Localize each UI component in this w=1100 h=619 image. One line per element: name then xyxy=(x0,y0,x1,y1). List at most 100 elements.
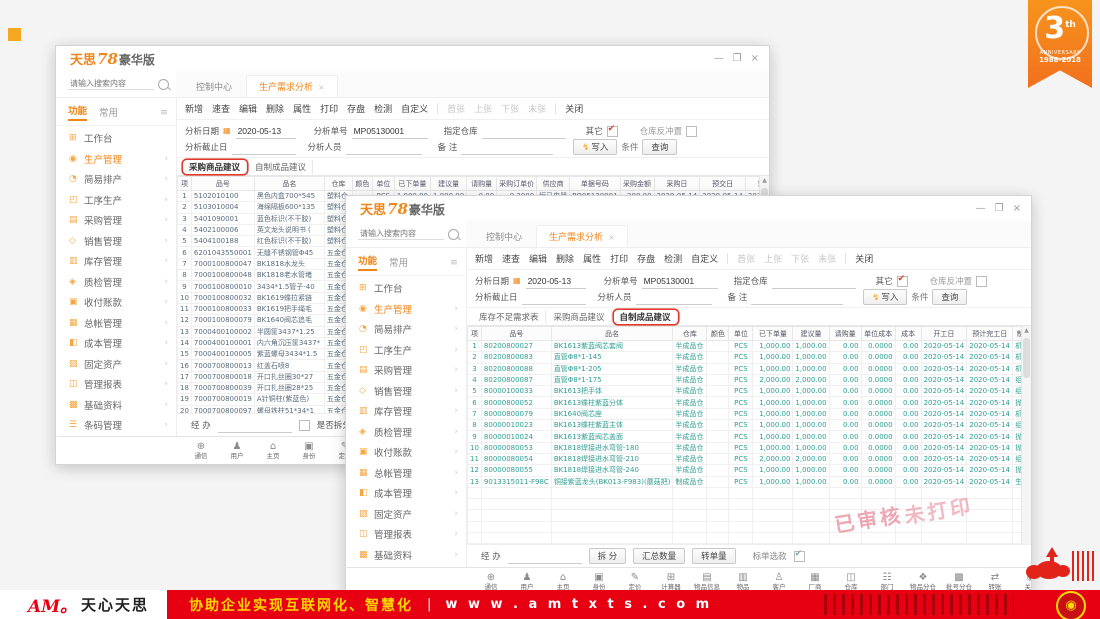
column-header[interactable]: 单位成本 xyxy=(861,327,895,341)
memo-input[interactable] xyxy=(461,140,553,155)
toolbar-button[interactable]: 打印 xyxy=(320,102,338,115)
sidebar-item[interactable]: ▦总帐管理› xyxy=(56,313,176,334)
toolbar-button[interactable]: 删除 xyxy=(266,102,284,115)
table-row[interactable]: 1080000080053BK1818焊接进水弯管-180半成品仓PCS1,00… xyxy=(468,442,1032,453)
wh-flag-checkbox[interactable] xyxy=(976,276,987,287)
dock-item-主页[interactable]: ⌂主页 xyxy=(545,572,581,591)
sidebar-item[interactable]: ▣收付账款› xyxy=(346,442,466,463)
search-icon[interactable] xyxy=(158,79,169,90)
person-input[interactable] xyxy=(346,140,422,155)
tab-production-demand[interactable]: 生产需求分析× xyxy=(246,75,338,97)
dock-item-通信[interactable]: ⊕通信 xyxy=(183,441,219,460)
table-row[interactable]: 380200800088直管Φ8*1-205半成品仓PCS1,000.001,0… xyxy=(468,363,1032,374)
other-checkbox[interactable] xyxy=(897,276,908,287)
tab-close-icon[interactable]: × xyxy=(318,83,325,92)
dock-item-定价[interactable]: ✎定价 xyxy=(617,572,653,591)
column-header[interactable]: 仓库 xyxy=(673,327,707,341)
analysis-end-input[interactable] xyxy=(522,290,586,305)
analysis-no-input[interactable] xyxy=(642,274,718,289)
dock-item-用户[interactable]: ♟用户 xyxy=(509,572,545,591)
dock-item-计算器[interactable]: ⊞计算器 xyxy=(653,572,689,591)
sidebar-tab-common[interactable]: 常用 xyxy=(389,255,408,269)
sidebar-item[interactable]: ▩基础资料› xyxy=(56,395,176,416)
sidebar-item[interactable]: ▤采购管理› xyxy=(346,360,466,381)
toolbar-button[interactable]: 检测 xyxy=(374,102,392,115)
condition-button[interactable]: 条件 xyxy=(911,291,928,303)
table-row[interactable]: 139013315011-F98C铜接紫蓝龙头(BK013-F983)(蘑菇把)… xyxy=(468,476,1032,487)
sidebar-item[interactable]: ▥库存管理› xyxy=(346,401,466,422)
warehouse-input[interactable] xyxy=(772,274,856,289)
transfer-button[interactable]: 转单量 xyxy=(692,548,736,564)
tab-close-icon[interactable]: × xyxy=(608,233,615,242)
toolbar-button[interactable]: 删除 xyxy=(556,252,574,265)
column-header[interactable]: 供应商 xyxy=(537,177,570,191)
sidebar-item[interactable]: ◰工序生产› xyxy=(346,340,466,361)
sidebar-item[interactable]: ◈质检管理› xyxy=(56,272,176,293)
sidebar-item[interactable]: ▩基础资料› xyxy=(346,545,466,566)
toolbar-button[interactable]: 速查 xyxy=(212,102,230,115)
agent-input[interactable] xyxy=(218,418,292,433)
minimize-icon[interactable]: — xyxy=(976,203,986,214)
column-header[interactable]: 颜色 xyxy=(707,327,729,341)
column-header[interactable]: 单位 xyxy=(729,327,753,341)
close-icon[interactable]: × xyxy=(751,53,759,64)
suggestion-tab[interactable]: 采购商品建议 xyxy=(183,160,247,174)
column-header[interactable]: 采购金额 xyxy=(620,177,654,191)
tab-control-center[interactable]: 控制中心 xyxy=(474,226,534,247)
toolbar-button[interactable]: 检测 xyxy=(664,252,682,265)
column-header[interactable]: 采购订单价 xyxy=(497,177,537,191)
sidebar-item[interactable]: ◇销售管理› xyxy=(56,231,176,252)
query-button[interactable]: 查询 xyxy=(642,139,677,155)
column-header[interactable]: 采购日 xyxy=(654,177,700,191)
sidebar-item[interactable]: ◉生产管理› xyxy=(56,149,176,170)
table-row[interactable]: 1180000080054BK1818焊接进水弯管-210半成品仓PCS2,00… xyxy=(468,453,1032,464)
banner-url[interactable]: w w w . a m t x t s . c o m xyxy=(445,597,712,612)
column-header[interactable]: 项 xyxy=(178,177,192,191)
sidebar-item[interactable]: ▨固定资产› xyxy=(56,354,176,375)
analysis-date-input[interactable] xyxy=(526,274,586,289)
table-row[interactable]: 180200800027BK1613紫蓝阀芯套阀半成品仓PCS1,000.001… xyxy=(468,341,1032,352)
vertical-scrollbar[interactable]: ▲ xyxy=(1021,326,1031,544)
dock-item-批号分仓[interactable]: ▩批号分仓 xyxy=(941,572,977,591)
toolbar-button[interactable]: 新增 xyxy=(185,102,203,115)
sidebar-item[interactable]: ◫管理报表› xyxy=(56,374,176,395)
dock-item-物品信息[interactable]: ▤物品信息 xyxy=(689,572,725,591)
tab-control-center[interactable]: 控制中心 xyxy=(184,76,244,97)
menu-icon[interactable]: ≡ xyxy=(450,257,458,268)
search-icon[interactable] xyxy=(448,229,459,240)
restore-icon[interactable]: ❐ xyxy=(995,203,1004,214)
sidebar-item[interactable]: ◔简易排产› xyxy=(56,169,176,190)
sidebar-item[interactable]: ◈质检管理› xyxy=(346,422,466,443)
column-header[interactable]: 品号 xyxy=(191,177,254,191)
table-row[interactable]: 480200800087直管Φ8*1-175半成品仓PCS2,000.002,0… xyxy=(468,374,1032,385)
person-input[interactable] xyxy=(636,290,712,305)
column-header[interactable]: 品名 xyxy=(254,177,324,191)
tail-checkbox[interactable] xyxy=(794,551,805,562)
suggestion-tab[interactable]: 自制成品建议 xyxy=(249,160,313,174)
split-button[interactable]: 拆 分 xyxy=(589,548,626,564)
sidebar-item[interactable]: ▥库存管理› xyxy=(56,251,176,272)
column-header[interactable]: 已下单量 xyxy=(753,327,793,341)
toolbar-button[interactable]: 打印 xyxy=(610,252,628,265)
column-header[interactable]: 成本 xyxy=(895,327,921,341)
suggestion-tab[interactable]: 自制成品建议 xyxy=(614,310,678,324)
toolbar-button[interactable]: 编辑 xyxy=(239,102,257,115)
sidebar-item[interactable]: ◧成本管理› xyxy=(56,333,176,354)
search-input[interactable] xyxy=(358,228,444,240)
split-checkbox[interactable] xyxy=(299,420,310,431)
table-row[interactable]: 880000010023BK1613蝶柱紫蓝主体半成品仓PCS1,000.001… xyxy=(468,420,1032,431)
other-checkbox[interactable] xyxy=(607,126,618,137)
table-row[interactable]: 280200800083直管Φ8*1-145半成品仓PCS1,000.001,0… xyxy=(468,352,1032,363)
column-header[interactable]: 请购量 xyxy=(829,327,861,341)
column-header[interactable]: 仓库 xyxy=(324,177,352,191)
toolbar-button[interactable]: 速查 xyxy=(502,252,520,265)
analysis-no-input[interactable] xyxy=(352,124,428,139)
menu-icon[interactable]: ≡ xyxy=(160,107,168,118)
toolbar-button[interactable]: 自定义 xyxy=(691,252,718,265)
dock-item-部门[interactable]: ☷部门 xyxy=(869,572,905,591)
column-header[interactable]: 已下单量 xyxy=(394,177,430,191)
sidebar-item[interactable]: ◧成本管理› xyxy=(346,483,466,504)
sidebar-item[interactable]: ◰工序生产› xyxy=(56,190,176,211)
sidebar-item[interactable]: ▦总帐管理› xyxy=(346,463,466,484)
dock-item-身份[interactable]: ▣身份 xyxy=(581,572,617,591)
